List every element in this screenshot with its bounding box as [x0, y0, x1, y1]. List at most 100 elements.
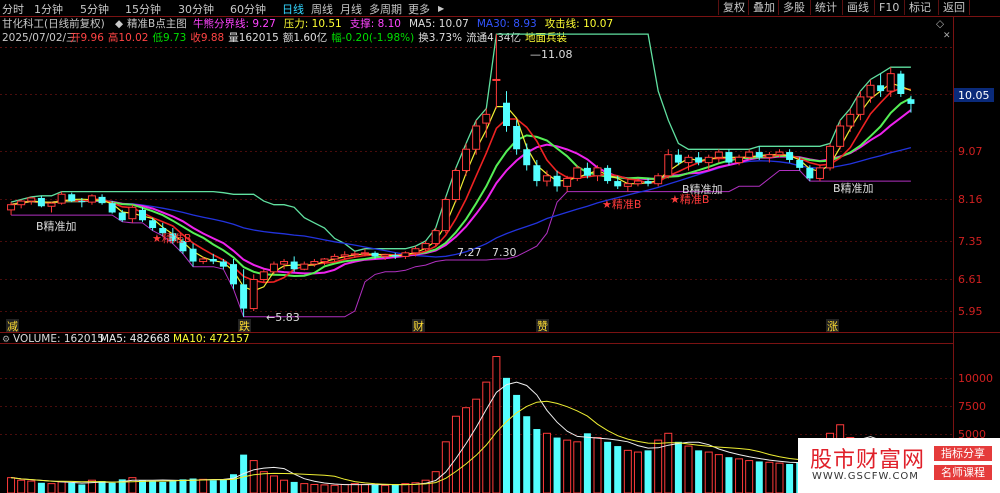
volume-bar	[513, 394, 521, 493]
readout-item: MA30: 8.93	[477, 18, 537, 30]
volume-bar	[37, 482, 45, 493]
volume-bar	[199, 478, 208, 493]
volume-bar	[330, 484, 339, 493]
volume-bar	[604, 441, 612, 493]
diamond-icon: ◆	[115, 18, 124, 30]
volume-bar	[533, 429, 541, 493]
candle-body	[269, 263, 278, 273]
quote-item: 额1.60亿	[283, 31, 327, 44]
candle-body	[17, 200, 26, 206]
stock-name: 甘化科工(日线前复权)	[2, 17, 105, 30]
quote-items: 开9.96 高10.02 低9.73 收9.88 量162015 额1.60亿 幅-0.20…	[70, 31, 567, 44]
candle-body	[259, 271, 268, 280]
candle-body	[320, 258, 329, 263]
volume-ma5: MA5: 482668	[100, 333, 170, 345]
candle-body	[836, 125, 845, 147]
volume-bar	[593, 437, 602, 493]
volume-ma10: MA10: 472157	[173, 333, 250, 345]
candle-body	[78, 201, 86, 203]
signal-label: ★精准B	[152, 232, 191, 245]
volume-bar	[68, 482, 76, 493]
support-line	[11, 170, 911, 318]
volume-bar	[695, 450, 703, 493]
candle-body	[7, 204, 16, 211]
y-tick: 7.35	[958, 235, 983, 248]
volume-bar	[553, 437, 561, 493]
diamond-outline-icon[interactable]: ◇	[936, 18, 945, 30]
candle-body	[37, 197, 45, 207]
volume-bar	[674, 441, 682, 493]
candle-body	[654, 175, 663, 185]
quote-item: 开9.96	[70, 32, 104, 44]
quote-item: 流通4.34亿	[466, 31, 521, 44]
candle-body	[310, 261, 319, 265]
candle-body	[401, 252, 410, 257]
volume-bar	[7, 477, 16, 493]
signal-label: ★精准B	[602, 198, 641, 211]
volume-bar	[735, 458, 744, 493]
candle-body	[472, 125, 481, 150]
volume-bar	[360, 483, 369, 493]
candle-body	[340, 254, 349, 257]
candle-body	[503, 102, 510, 126]
candle-body	[451, 170, 460, 201]
logo-url: WWW.GSCFW.COM	[812, 471, 919, 482]
volume-bar	[441, 441, 450, 493]
candle-body	[786, 152, 794, 160]
volume-bar	[78, 484, 86, 493]
candle-body	[695, 157, 703, 163]
volume-bar	[149, 481, 157, 493]
signal-label: B精准加	[682, 183, 723, 196]
candle-body	[462, 148, 471, 172]
volume-bar	[704, 451, 713, 493]
candle-body	[492, 78, 501, 81]
candle-body	[219, 261, 227, 267]
volume-bar	[633, 451, 642, 493]
volume-bar	[745, 460, 754, 493]
candle-body	[57, 193, 66, 204]
volume-bar	[786, 464, 794, 493]
candle-body	[68, 194, 76, 202]
quote-item: 收9.88	[190, 31, 224, 44]
candle-body	[513, 125, 521, 150]
candle-body	[431, 230, 440, 245]
candle-body	[118, 212, 126, 221]
volume-bar	[472, 398, 481, 493]
candle-body	[411, 248, 420, 254]
candle-body	[350, 253, 359, 256]
quote-item: 高10.02	[108, 31, 149, 44]
price-label: 7.30	[492, 246, 517, 259]
candle-body	[765, 154, 774, 158]
candle-body	[249, 278, 258, 310]
y-tick: 5.95	[958, 305, 983, 318]
volume-bar	[310, 483, 319, 493]
volume-bar	[290, 481, 298, 493]
close-icon[interactable]: ✕	[943, 31, 951, 41]
readout-item: MA5: 10.07	[409, 18, 469, 30]
candle-body	[391, 254, 399, 257]
volume-bar	[523, 416, 531, 493]
candle-body	[108, 203, 116, 213]
annotations: —11.087.27 7.30←5.83B精准加★精准B★精准B ★精准BB精准加 B…	[6, 48, 874, 333]
vol-tick: 7500	[958, 400, 986, 413]
volume-bar	[320, 484, 329, 493]
volume-bar	[765, 461, 774, 493]
candle-body	[280, 261, 289, 265]
volume-bar	[249, 460, 258, 493]
volume-bar	[563, 439, 572, 493]
candles	[7, 34, 915, 317]
settings-icon[interactable]: ⚙	[2, 335, 10, 345]
candle-body	[664, 154, 673, 177]
event-label: 涨	[827, 320, 838, 333]
ma30-line	[10, 146, 912, 258]
candle-body	[128, 206, 137, 220]
price-label: ←5.83	[266, 311, 300, 324]
volume-bar	[17, 479, 26, 493]
volume-bar	[300, 483, 309, 493]
candle-body	[553, 175, 561, 187]
logo-text: 股市财富网	[810, 448, 926, 473]
y-tick: 8.16	[958, 193, 983, 206]
signal-label: B精准加	[36, 220, 77, 233]
candle-body	[149, 220, 157, 229]
volume-bar	[623, 449, 632, 493]
